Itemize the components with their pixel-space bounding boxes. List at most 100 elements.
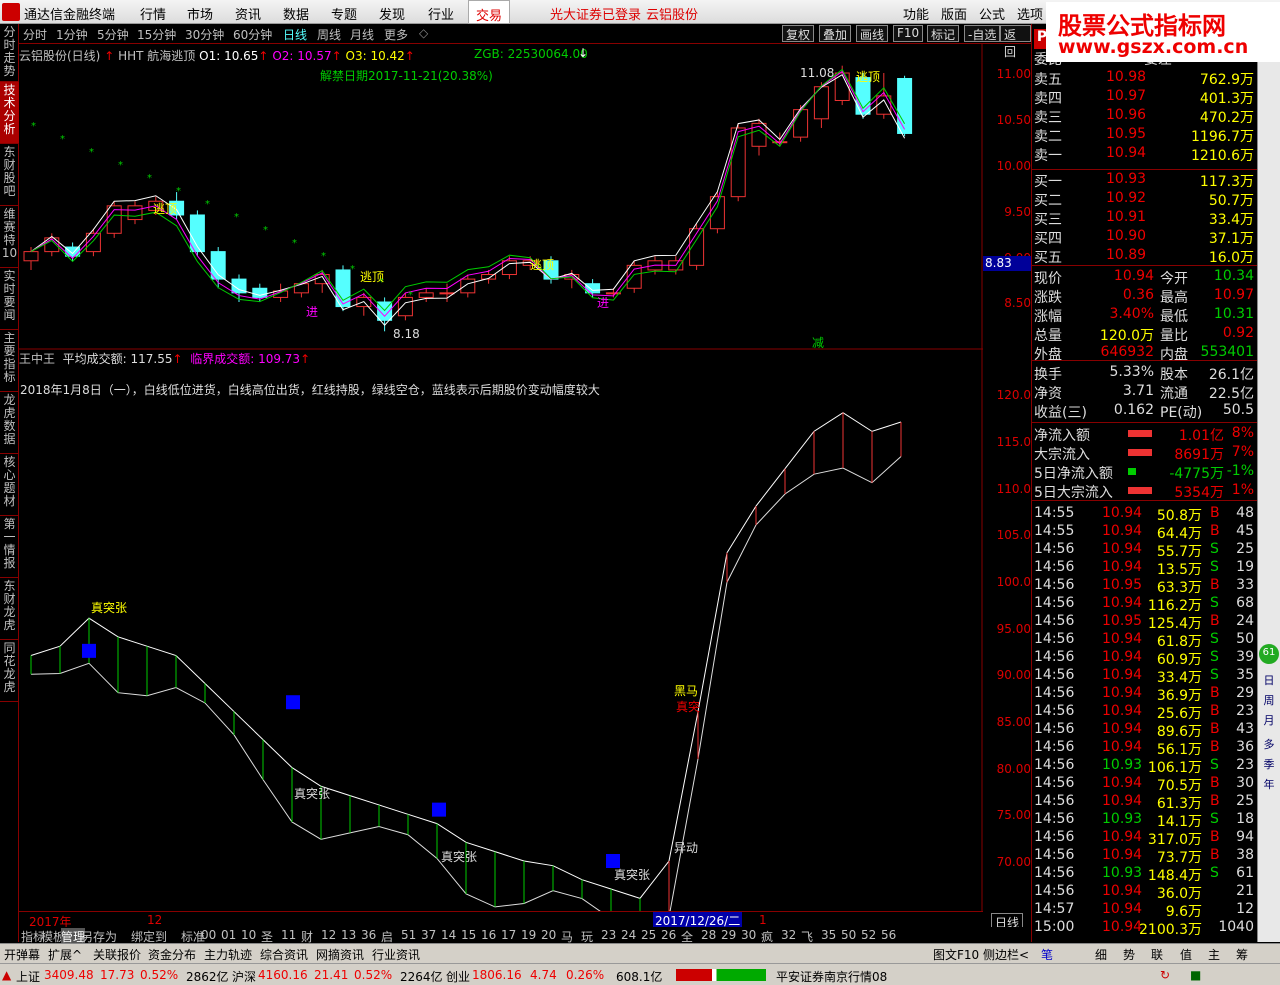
bottom-xi[interactable]: 细 bbox=[1095, 946, 1107, 963]
indicator-tab[interactable]: 16 bbox=[481, 928, 496, 942]
hs-label[interactable]: 沪深 bbox=[232, 968, 256, 985]
bottom-zijin[interactable]: 资金分布 bbox=[148, 946, 196, 963]
left-tab-zhibiao[interactable]: 主要指标 bbox=[0, 330, 19, 392]
left-tab-longhu[interactable]: 龙虎数据 bbox=[0, 392, 19, 454]
refresh-icon[interactable]: ↻ bbox=[1160, 968, 1170, 982]
side-multi[interactable]: 多 bbox=[1261, 736, 1277, 752]
indicator-tab[interactable]: 28 bbox=[701, 928, 716, 942]
indicator-tab[interactable]: 12 bbox=[321, 928, 336, 942]
side-week[interactable]: 周 bbox=[1261, 692, 1277, 708]
bottom-f10[interactable]: 图文F10 bbox=[933, 946, 979, 963]
diejia-button[interactable]: 叠加 bbox=[819, 25, 852, 42]
left-tab-yaowen[interactable]: 实时要闻 bbox=[0, 268, 19, 330]
f10-button[interactable]: F10 bbox=[893, 25, 924, 42]
indicator-tab[interactable]: 23 bbox=[601, 928, 616, 942]
indicator-tab[interactable]: 36 bbox=[361, 928, 376, 942]
sh-label[interactable]: 上证 bbox=[16, 968, 40, 985]
bottom-sidebar[interactable]: 侧边栏< bbox=[983, 946, 1029, 963]
bottom-danmu[interactable]: 开弹幕 bbox=[4, 946, 40, 963]
biaoji-button[interactable]: 标记 bbox=[927, 25, 960, 42]
menu-banmian[interactable]: 版面 bbox=[941, 4, 967, 23]
indicator-tab[interactable]: 15 bbox=[461, 928, 476, 942]
indicator-tab[interactable]: 52 bbox=[861, 928, 876, 942]
indicator-tab[interactable]: 26 bbox=[661, 928, 676, 942]
indicator-tab[interactable]: 01 bbox=[221, 928, 236, 942]
more-arrow-icon[interactable]: ◇ bbox=[419, 26, 428, 40]
indicator-tab[interactable]: 13 bbox=[341, 928, 356, 942]
side-day[interactable]: 日 bbox=[1261, 672, 1277, 688]
menu-hangye[interactable]: 行业 bbox=[428, 4, 454, 23]
left-tab-guba[interactable]: 东财股吧 bbox=[0, 144, 19, 206]
indicator-tab[interactable]: 24 bbox=[621, 928, 636, 942]
period-fenshi[interactable]: 分时 bbox=[23, 26, 47, 43]
indicator-tab[interactable]: 00 bbox=[201, 928, 216, 942]
indicator-tab[interactable]: 19 bbox=[521, 928, 536, 942]
zixuan-button[interactable]: -自选 bbox=[964, 25, 1001, 42]
bottom-bi[interactable]: 笔 bbox=[1041, 946, 1053, 963]
indicator-tab[interactable]: 29 bbox=[721, 928, 736, 942]
indicator-tab[interactable]: 35 bbox=[821, 928, 836, 942]
indicator-tab[interactable]: 20 bbox=[541, 928, 556, 942]
bottom-chou[interactable]: 筹 bbox=[1236, 946, 1248, 963]
cy-pct: 0.26% bbox=[566, 968, 605, 982]
left-tab-fenshi[interactable]: 分时走势 bbox=[0, 24, 19, 82]
bottom-expand[interactable]: 扩展^ bbox=[48, 946, 82, 963]
left-tab-qingbao[interactable]: 第一情报 bbox=[0, 516, 19, 578]
menu-trade[interactable]: 交易 bbox=[468, 0, 510, 24]
indicator-tab[interactable]: 32 bbox=[781, 928, 796, 942]
indicator-tab[interactable]: 37 bbox=[421, 928, 436, 942]
badge-61[interactable]: 61 bbox=[1259, 644, 1279, 664]
bottom-lian[interactable]: 联 bbox=[1151, 946, 1163, 963]
period-weekly[interactable]: 周线 bbox=[317, 26, 341, 43]
menu-shichang[interactable]: 市场 bbox=[187, 4, 213, 23]
menu-zhuanti[interactable]: 专题 bbox=[331, 4, 357, 23]
indicator-tab[interactable]: 10 bbox=[241, 928, 256, 942]
bottom-hangye[interactable]: 行业资讯 bbox=[372, 946, 420, 963]
back-button[interactable]: 返回 bbox=[1000, 25, 1031, 59]
side-season[interactable]: 季 bbox=[1261, 756, 1277, 772]
indicator-tab[interactable]: 50 bbox=[841, 928, 856, 942]
indicator-tab[interactable]: 11 bbox=[281, 928, 296, 942]
current-stock[interactable]: 云铝股份 bbox=[646, 4, 698, 23]
menu-hangqing[interactable]: 行情 bbox=[140, 4, 166, 23]
left-tab-thlonghu[interactable]: 同花龙虎 bbox=[0, 640, 19, 702]
bottom-zhi[interactable]: 值 bbox=[1180, 946, 1192, 963]
left-tab-jishu[interactable]: 技术分析 bbox=[0, 82, 19, 144]
cy-label[interactable]: 创业 bbox=[446, 968, 470, 985]
menu-zixun[interactable]: 资讯 bbox=[235, 4, 261, 23]
indicator-tab[interactable]: 30 bbox=[741, 928, 756, 942]
indicator-tab[interactable]: 51 bbox=[401, 928, 416, 942]
fuquan-button[interactable]: 复权 bbox=[782, 25, 815, 42]
broker-feed[interactable]: 平安证券南京行情08 bbox=[776, 968, 887, 985]
left-tab-ticai[interactable]: 核心题材 bbox=[0, 454, 19, 516]
indicator-tab[interactable]: 14 bbox=[441, 928, 456, 942]
period-15min[interactable]: 15分钟 bbox=[137, 26, 176, 43]
menu-shuju[interactable]: 数据 bbox=[283, 4, 309, 23]
menu-faxian[interactable]: 发现 bbox=[379, 4, 405, 23]
bottom-shi[interactable]: 势 bbox=[1123, 946, 1135, 963]
period-monthly[interactable]: 月线 bbox=[350, 26, 374, 43]
bottom-zhu[interactable]: 主 bbox=[1208, 946, 1220, 963]
indicator-tab[interactable]: 56 bbox=[881, 928, 896, 942]
bottom-zhuli[interactable]: 主力轨迹 bbox=[204, 946, 252, 963]
side-month[interactable]: 月 bbox=[1261, 712, 1277, 728]
bottom-guanlian[interactable]: 关联报价 bbox=[93, 946, 141, 963]
period-5min[interactable]: 5分钟 bbox=[97, 26, 129, 43]
menu-xuanxiang[interactable]: 选项 bbox=[1017, 4, 1043, 23]
period-60min[interactable]: 60分钟 bbox=[233, 26, 272, 43]
period-more[interactable]: 更多 bbox=[384, 26, 408, 43]
period-30min[interactable]: 30分钟 bbox=[185, 26, 224, 43]
bottom-wangzhai[interactable]: 网摘资讯 bbox=[316, 946, 364, 963]
menu-gongshi[interactable]: 公式 bbox=[979, 4, 1005, 23]
huaxian-button[interactable]: 画线 bbox=[856, 25, 889, 42]
menu-gongneng[interactable]: 功能 bbox=[903, 4, 929, 23]
period-daily[interactable]: 日线 bbox=[283, 26, 307, 43]
left-tab-weisaite[interactable]: 维赛特10 bbox=[0, 206, 19, 268]
bottom-zonghe[interactable]: 综合资讯 bbox=[260, 946, 308, 963]
indicator-tab[interactable]: 25 bbox=[641, 928, 656, 942]
left-tab-dclonghu[interactable]: 东财龙虎 bbox=[0, 578, 19, 640]
broker-status[interactable]: 光大证券已登录 bbox=[550, 4, 641, 23]
indicator-tab[interactable]: 17 bbox=[501, 928, 516, 942]
side-year[interactable]: 年 bbox=[1261, 776, 1277, 792]
period-1min[interactable]: 1分钟 bbox=[56, 26, 88, 43]
